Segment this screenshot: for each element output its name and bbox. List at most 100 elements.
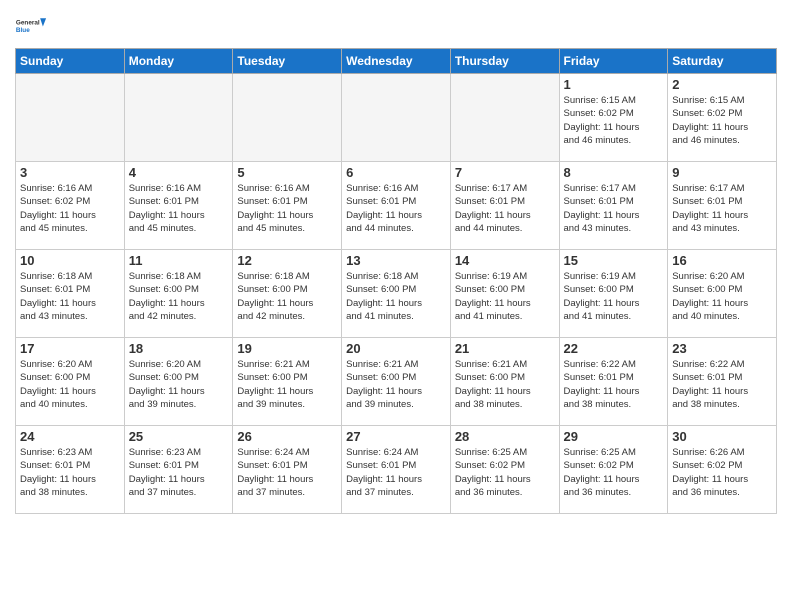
svg-text:General: General (16, 20, 40, 27)
day-info: Sunrise: 6:21 AM Sunset: 6:00 PM Dayligh… (455, 358, 555, 411)
calendar-cell: 3 Sunrise: 6:16 AM Sunset: 6:02 PM Daylig… (16, 162, 125, 250)
day-info: Sunrise: 6:23 AM Sunset: 6:01 PM Dayligh… (129, 446, 229, 499)
day-number: 21 (455, 341, 555, 356)
calendar-cell (16, 74, 125, 162)
day-info: Sunrise: 6:21 AM Sunset: 6:00 PM Dayligh… (237, 358, 337, 411)
day-number: 29 (564, 429, 664, 444)
day-info: Sunrise: 6:25 AM Sunset: 6:02 PM Dayligh… (564, 446, 664, 499)
day-number: 25 (129, 429, 229, 444)
calendar-cell (233, 74, 342, 162)
day-info: Sunrise: 6:20 AM Sunset: 6:00 PM Dayligh… (20, 358, 120, 411)
day-info: Sunrise: 6:16 AM Sunset: 6:02 PM Dayligh… (20, 182, 120, 235)
calendar-week-row: 3 Sunrise: 6:16 AM Sunset: 6:02 PM Daylig… (16, 162, 777, 250)
day-info: Sunrise: 6:25 AM Sunset: 6:02 PM Dayligh… (455, 446, 555, 499)
calendar-cell: 10Sunrise: 6:18 AM Sunset: 6:01 PM Dayli… (16, 250, 125, 338)
weekday-header: Sunday (16, 49, 125, 74)
weekday-header: Wednesday (342, 49, 451, 74)
day-info: Sunrise: 6:23 AM Sunset: 6:01 PM Dayligh… (20, 446, 120, 499)
calendar-cell: 27 Sunrise: 6:24 AM Sunset: 6:01 PM Dayli… (342, 426, 451, 514)
calendar-week-row: 1Sunrise: 6:15 AM Sunset: 6:02 PM Daylig… (16, 74, 777, 162)
calendar-cell: 21 Sunrise: 6:21 AM Sunset: 6:00 PM Dayli… (450, 338, 559, 426)
svg-text:Blue: Blue (16, 27, 30, 34)
day-number: 16 (672, 253, 772, 268)
day-number: 14 (455, 253, 555, 268)
weekday-header: Friday (559, 49, 668, 74)
day-number: 19 (237, 341, 337, 356)
day-number: 13 (346, 253, 446, 268)
day-number: 17 (20, 341, 120, 356)
calendar-week-row: 17 Sunrise: 6:20 AM Sunset: 6:00 PM Dayli… (16, 338, 777, 426)
day-info: Sunrise: 6:22 AM Sunset: 6:01 PM Dayligh… (672, 358, 772, 411)
calendar-header-row: SundayMondayTuesdayWednesdayThursdayFrid… (16, 49, 777, 74)
calendar-cell: 22 Sunrise: 6:22 AM Sunset: 6:01 PM Dayli… (559, 338, 668, 426)
day-number: 24 (20, 429, 120, 444)
day-info: Sunrise: 6:18 AM Sunset: 6:00 PM Dayligh… (129, 270, 229, 323)
calendar-cell: 1Sunrise: 6:15 AM Sunset: 6:02 PM Daylig… (559, 74, 668, 162)
calendar-cell: 7 Sunrise: 6:17 AM Sunset: 6:01 PM Daylig… (450, 162, 559, 250)
day-number: 15 (564, 253, 664, 268)
day-number: 27 (346, 429, 446, 444)
day-info: Sunrise: 6:20 AM Sunset: 6:00 PM Dayligh… (129, 358, 229, 411)
logo: GeneralBlue (15, 10, 47, 42)
calendar-cell: 8 Sunrise: 6:17 AM Sunset: 6:01 PM Daylig… (559, 162, 668, 250)
calendar-cell: 18 Sunrise: 6:20 AM Sunset: 6:00 PM Dayli… (124, 338, 233, 426)
day-info: Sunrise: 6:18 AM Sunset: 6:00 PM Dayligh… (346, 270, 446, 323)
calendar-week-row: 10Sunrise: 6:18 AM Sunset: 6:01 PM Dayli… (16, 250, 777, 338)
calendar-cell (124, 74, 233, 162)
day-info: Sunrise: 6:15 AM Sunset: 6:02 PM Dayligh… (564, 94, 664, 147)
header: GeneralBlue (15, 10, 777, 42)
day-number: 2 (672, 77, 772, 92)
weekday-header: Tuesday (233, 49, 342, 74)
day-info: Sunrise: 6:24 AM Sunset: 6:01 PM Dayligh… (346, 446, 446, 499)
calendar-cell: 2Sunrise: 6:15 AM Sunset: 6:02 PM Daylig… (668, 74, 777, 162)
day-number: 12 (237, 253, 337, 268)
calendar-cell: 29 Sunrise: 6:25 AM Sunset: 6:02 PM Dayli… (559, 426, 668, 514)
day-number: 18 (129, 341, 229, 356)
logo-icon: GeneralBlue (15, 10, 47, 42)
calendar-cell: 28 Sunrise: 6:25 AM Sunset: 6:02 PM Dayli… (450, 426, 559, 514)
day-info: Sunrise: 6:26 AM Sunset: 6:02 PM Dayligh… (672, 446, 772, 499)
calendar-cell: 17 Sunrise: 6:20 AM Sunset: 6:00 PM Dayli… (16, 338, 125, 426)
calendar-cell: 19 Sunrise: 6:21 AM Sunset: 6:00 PM Dayli… (233, 338, 342, 426)
day-number: 23 (672, 341, 772, 356)
calendar-cell: 23 Sunrise: 6:22 AM Sunset: 6:01 PM Dayli… (668, 338, 777, 426)
calendar-cell (450, 74, 559, 162)
day-number: 8 (564, 165, 664, 180)
calendar-cell: 20Sunrise: 6:21 AM Sunset: 6:00 PM Dayli… (342, 338, 451, 426)
calendar-cell: 12 Sunrise: 6:18 AM Sunset: 6:00 PM Dayli… (233, 250, 342, 338)
calendar-cell: 13 Sunrise: 6:18 AM Sunset: 6:00 PM Dayli… (342, 250, 451, 338)
weekday-header: Saturday (668, 49, 777, 74)
weekday-header: Monday (124, 49, 233, 74)
calendar-cell: 15 Sunrise: 6:19 AM Sunset: 6:00 PM Dayli… (559, 250, 668, 338)
page-container: GeneralBlue SundayMondayTuesdayWednesday… (0, 0, 792, 519)
day-number: 6 (346, 165, 446, 180)
calendar-cell: 5Sunrise: 6:16 AM Sunset: 6:01 PM Daylig… (233, 162, 342, 250)
calendar-week-row: 24 Sunrise: 6:23 AM Sunset: 6:01 PM Dayli… (16, 426, 777, 514)
calendar-cell: 4Sunrise: 6:16 AM Sunset: 6:01 PM Daylig… (124, 162, 233, 250)
calendar-cell: 26Sunrise: 6:24 AM Sunset: 6:01 PM Dayli… (233, 426, 342, 514)
day-info: Sunrise: 6:18 AM Sunset: 6:00 PM Dayligh… (237, 270, 337, 323)
calendar-cell: 11Sunrise: 6:18 AM Sunset: 6:00 PM Dayli… (124, 250, 233, 338)
day-info: Sunrise: 6:18 AM Sunset: 6:01 PM Dayligh… (20, 270, 120, 323)
calendar-cell: 30 Sunrise: 6:26 AM Sunset: 6:02 PM Dayli… (668, 426, 777, 514)
day-info: Sunrise: 6:21 AM Sunset: 6:00 PM Dayligh… (346, 358, 446, 411)
day-number: 30 (672, 429, 772, 444)
day-number: 26 (237, 429, 337, 444)
day-number: 28 (455, 429, 555, 444)
calendar-table: SundayMondayTuesdayWednesdayThursdayFrid… (15, 48, 777, 514)
day-number: 7 (455, 165, 555, 180)
day-info: Sunrise: 6:22 AM Sunset: 6:01 PM Dayligh… (564, 358, 664, 411)
day-number: 4 (129, 165, 229, 180)
day-info: Sunrise: 6:17 AM Sunset: 6:01 PM Dayligh… (672, 182, 772, 235)
day-info: Sunrise: 6:17 AM Sunset: 6:01 PM Dayligh… (455, 182, 555, 235)
day-info: Sunrise: 6:16 AM Sunset: 6:01 PM Dayligh… (237, 182, 337, 235)
weekday-header: Thursday (450, 49, 559, 74)
day-info: Sunrise: 6:19 AM Sunset: 6:00 PM Dayligh… (564, 270, 664, 323)
day-number: 9 (672, 165, 772, 180)
day-number: 22 (564, 341, 664, 356)
day-info: Sunrise: 6:17 AM Sunset: 6:01 PM Dayligh… (564, 182, 664, 235)
day-number: 3 (20, 165, 120, 180)
day-info: Sunrise: 6:20 AM Sunset: 6:00 PM Dayligh… (672, 270, 772, 323)
calendar-cell: 24 Sunrise: 6:23 AM Sunset: 6:01 PM Dayli… (16, 426, 125, 514)
calendar-cell: 14Sunrise: 6:19 AM Sunset: 6:00 PM Dayli… (450, 250, 559, 338)
